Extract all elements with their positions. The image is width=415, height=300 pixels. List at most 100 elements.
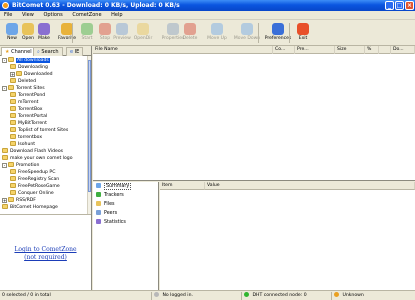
tab-channel[interactable]: ★ Channel [1, 47, 36, 56]
properties-icon [167, 23, 179, 35]
tree-item-bitcomet-homepage[interactable]: BitComet Homepage [2, 204, 58, 211]
tree-item-downloaded[interactable]: + Downloaded [10, 71, 53, 78]
tab-search[interactable]: ⌕ Search [33, 47, 63, 56]
column-value[interactable]: Value [205, 182, 415, 190]
tree-item-conquer-online[interactable]: Conquer Online [10, 190, 54, 197]
tree-item-mybittorrent[interactable]: MyBitTorrent [10, 120, 47, 127]
menu-view[interactable]: View [18, 11, 38, 20]
expand-icon[interactable]: + [10, 72, 15, 77]
column-status[interactable]: % [365, 46, 379, 54]
tree-item-label: Downloaded [24, 72, 53, 77]
move-up-label: Move Up [207, 36, 227, 41]
make-button[interactable]: Make [34, 21, 54, 45]
folder-icon [10, 92, 16, 97]
new-icon [6, 23, 18, 35]
folder-icon [10, 120, 16, 125]
tab-ie[interactable]: e IE [66, 47, 84, 56]
expand-icon[interactable]: + [2, 198, 7, 203]
tree-item-mtorrent[interactable]: mTorrent [10, 99, 38, 106]
ie-icon: e [70, 49, 74, 55]
collapse-icon[interactable]: - [2, 163, 7, 168]
folder-icon [10, 134, 16, 139]
delete-icon [184, 23, 196, 35]
preview-button[interactable]: Preview [112, 21, 132, 45]
column-pre[interactable]: Pre... [295, 46, 335, 54]
tree-item-label: TorrentBox [18, 107, 43, 112]
folder-icon [10, 183, 16, 188]
bitcomet-icon [2, 2, 9, 9]
summary-icon [96, 183, 101, 188]
tree-item-label: RSS/RDF [16, 198, 36, 203]
tab-trackers[interactable]: Trackers [96, 192, 124, 200]
menu-options[interactable]: Options [39, 11, 66, 20]
column-file-name[interactable]: File Name [93, 46, 273, 54]
maximize-button[interactable]: □ [395, 1, 404, 10]
collapse-icon[interactable]: - [2, 86, 7, 91]
start-icon [81, 23, 93, 35]
tree-item-torrentportal[interactable]: TorrentPortal [10, 113, 47, 120]
folder-icon [2, 155, 8, 160]
opendir-icon [137, 23, 149, 35]
tree-item-downloading[interactable]: Downloading [10, 64, 48, 71]
login-link[interactable]: Login to CometZone [0, 246, 91, 254]
status-login: No logged in. [152, 292, 242, 300]
column-co[interactable]: Co... [273, 46, 295, 54]
column-item[interactable]: Item [160, 182, 205, 190]
folder-icon [16, 71, 22, 76]
tab-summary[interactable]: Summary [96, 183, 132, 191]
folder-icon [10, 106, 16, 111]
details-panel: Item Value [160, 182, 415, 290]
folder-icon [2, 148, 8, 153]
delete-button[interactable]: Delete [180, 21, 200, 45]
tree-item-isohunt[interactable]: Isohunt [10, 141, 35, 148]
opendir-button[interactable]: OpenDir [133, 21, 153, 45]
tree-item-promotion[interactable]: - Promotion [2, 162, 39, 169]
menu-cometzone[interactable]: CometZone [68, 11, 105, 20]
tree-item-label: TorrentPortal [18, 114, 48, 119]
tree-scrollbar-thumb[interactable] [88, 60, 91, 192]
left-panel-tabs: ★ Channel ⌕ Search e IE [0, 46, 91, 56]
tree-item-label: FreeRegistry Scan [18, 177, 60, 182]
collapse-icon[interactable]: - [2, 58, 7, 63]
column-status[interactable] [379, 46, 391, 54]
login-not-required-link[interactable]: (not required) [0, 254, 91, 261]
tab-label: Files [104, 202, 115, 207]
tree-item-toplist-of-torrent-sites[interactable]: Toplist of torrent Sites [10, 127, 68, 134]
move-up-button[interactable]: Move Up [207, 21, 227, 45]
exit-button[interactable]: Exit [293, 21, 313, 45]
column-size[interactable]: Size [335, 46, 365, 54]
tree-item-torrentbox[interactable]: torrentbox [10, 134, 42, 141]
tree-item-torrentbox[interactable]: TorrentBox [10, 106, 43, 113]
dht-status-icon [244, 292, 249, 297]
folder-icon [10, 78, 16, 83]
tab-peers[interactable]: Peers [96, 210, 117, 218]
tree-item-make-your-own-comet-logo[interactable]: make your own comet logo [2, 155, 73, 162]
tree-item-freespeedup-pc[interactable]: FreeSpeedup PC [10, 169, 55, 176]
tree-scrollbar[interactable] [87, 56, 91, 214]
minimize-button[interactable]: _ [385, 1, 394, 10]
tree-item-label: Promotion [16, 163, 40, 168]
tree-item-freeregistry-scan[interactable]: FreeRegistry Scan [10, 176, 59, 183]
tree-item-deleted[interactable]: Deleted [10, 78, 36, 85]
tab-statistics[interactable]: Statistics [96, 219, 126, 227]
toolbar: New Open Make Favorite Start Stop Preview OpenD… [0, 20, 415, 46]
column-do[interactable]: Do... [391, 46, 415, 54]
tab-label: Peers [104, 211, 118, 216]
tree-item-rss-rdf[interactable]: + RSS/RDF [2, 197, 36, 204]
folder-icon [8, 162, 14, 167]
tree-item-freepetrosegame[interactable]: FreePetRoseGame [10, 183, 60, 190]
close-button[interactable]: × [405, 1, 414, 10]
menu-help[interactable]: Help [107, 11, 126, 20]
menu-file[interactable]: File [0, 11, 16, 20]
tree-item-all-downloads[interactable]: - All downloads [2, 57, 50, 64]
tree-item-torrent-sites[interactable]: - Torrent Sites [2, 85, 45, 92]
folder-icon [10, 113, 16, 118]
tab-files[interactable]: Files [96, 201, 115, 209]
tree-item-torrentpond[interactable]: TorrentPond [10, 92, 45, 99]
start-button[interactable]: Start [77, 21, 97, 45]
tree-item-label: BitComet Homepage [10, 205, 58, 210]
tree-item-download-flash-videos[interactable]: Download Flash Videos [2, 148, 63, 155]
statistics-icon [96, 219, 101, 224]
login-area: Login to CometZone (not required) [0, 214, 91, 290]
folder-icon [2, 204, 8, 209]
